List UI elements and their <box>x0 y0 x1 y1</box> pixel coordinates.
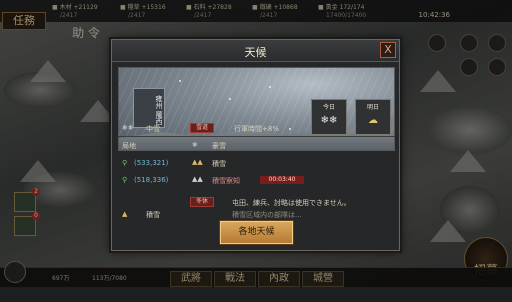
today-label: 今日 <box>322 104 335 111</box>
winter-rest-effect-2: 積雪区域内の部隊は... <box>232 211 302 219</box>
region-province: 雍州 <box>155 95 163 109</box>
snow-road-tag: 雪道 <box>190 123 215 133</box>
today-forecast[interactable]: 今日 ❄❄ <box>311 99 347 135</box>
march-time-effect: 行軍時間+8% <box>234 125 279 133</box>
dialog-title: 天候 <box>244 46 267 59</box>
snowflake <box>179 80 181 82</box>
partial-row-label: 積雪 <box>146 211 160 219</box>
heavy-snow-icon: ❄ <box>192 141 198 149</box>
local-weather-label: 豪雪 <box>212 142 226 150</box>
snow-icon: ❄❄ <box>122 124 134 132</box>
location-status: 積雪 <box>212 160 226 168</box>
winter-rest-tag: 冬休 <box>190 197 215 207</box>
location-status-alert: 積雪察知 <box>212 177 240 185</box>
weather-banner: 雍州 隴西 今日 ❄❄ 明日 ☁ <box>118 67 395 151</box>
weather-dialog: 天候 X 雍州 隴西 今日 ❄❄ 明日 ☁ ❄❄ 中雪 雪道 行軍時間+8% 局 <box>111 39 400 251</box>
mountain-icon: ▲ <box>122 210 128 218</box>
location-coord-link[interactable]: (518,336) <box>134 176 168 184</box>
regional-weather-button[interactable]: 各地天候 <box>220 221 293 244</box>
location-pin-icon: ⚲ <box>122 159 128 167</box>
dialog-header: 天候 X <box>112 40 399 62</box>
divider <box>118 136 395 137</box>
cloud-sun-icon: ☁ <box>368 115 378 126</box>
snowflake <box>269 86 271 88</box>
region-tag: 雍州 隴西 <box>133 88 165 128</box>
current-weather-label: 中雪 <box>146 125 160 133</box>
snowflake <box>229 98 231 100</box>
tomorrow-label: 明日 <box>366 104 379 111</box>
local-label: 局地 <box>122 142 136 150</box>
tomorrow-forecast[interactable]: 明日 ☁ <box>355 99 391 135</box>
snowflake <box>289 128 291 130</box>
mountain-icon: ▲▲ <box>192 158 203 166</box>
mountain-snow-icon: ▲▲ <box>192 175 203 183</box>
countdown-timer: 00:03:40 <box>260 176 304 184</box>
winter-rest-effect: 屯田、練兵、討略は使用できません。 <box>232 199 351 207</box>
location-coord-link[interactable]: (533,321) <box>134 159 168 167</box>
close-button[interactable]: X <box>380 42 396 58</box>
snow-icon: ❄❄ <box>320 115 338 126</box>
location-pin-icon: ⚲ <box>122 176 128 184</box>
